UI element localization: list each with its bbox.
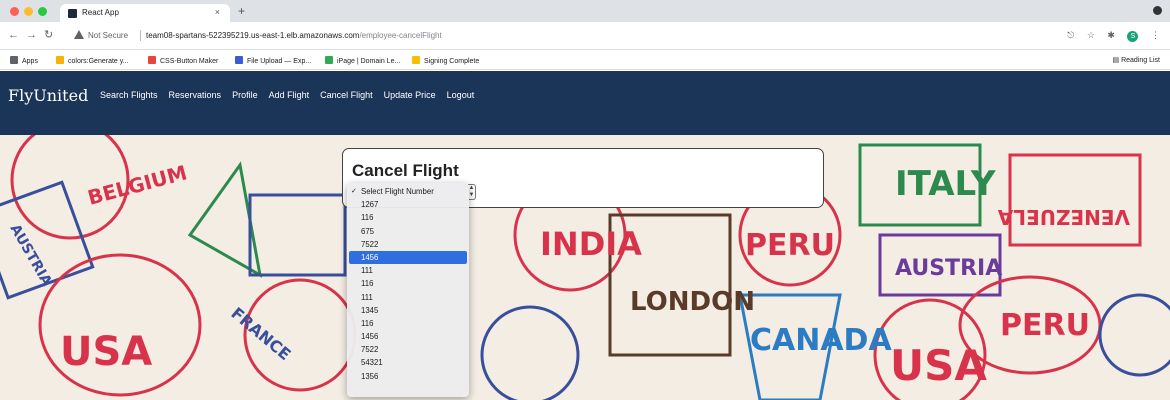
profile-avatar[interactable]: S (1127, 31, 1139, 42)
bookmark-label: colors:Generate y... (68, 58, 129, 65)
share-icon[interactable]: ⎋ (1067, 30, 1074, 40)
url-divider (140, 30, 141, 41)
bookmark-label: Signing Complete (424, 58, 480, 65)
nav-reservations[interactable]: Reservations (169, 90, 222, 100)
select-option[interactable]: 116 (347, 317, 469, 330)
select-option[interactable]: 7522 (347, 238, 469, 251)
favicon-icon (68, 9, 77, 18)
select-option[interactable]: 1456 (347, 330, 469, 343)
stamp-text: CANADA (750, 323, 892, 358)
nav-search-flights[interactable]: Search Flights (100, 90, 158, 100)
stamp-text: AUSTRIA (895, 256, 1002, 281)
stamp-shape (1008, 153, 1142, 247)
brand-logo[interactable]: FlyUnited (8, 86, 88, 105)
bookmark-label: Apps (22, 58, 38, 65)
nav-update-price[interactable]: Update Price (384, 90, 436, 100)
toolbar-icons: ⎋ ☆ ✱ S ⋮ (1057, 30, 1160, 42)
warning-icon (74, 30, 84, 39)
stamp-text: ITALY (895, 164, 996, 204)
select-option[interactable]: 116 (347, 211, 469, 224)
new-tab-button[interactable]: + (238, 4, 245, 18)
address-bar: ← → ↻ Not Secure team08-spartans-5223952… (0, 22, 1170, 50)
maximize-window-button[interactable] (38, 7, 47, 16)
bookmark-label: CSS-Button Maker (160, 58, 219, 65)
select-option-highlighted[interactable]: 1456 (349, 250, 467, 265)
back-arrow-icon[interactable]: ← (8, 29, 19, 41)
tab-search-icon[interactable] (1153, 6, 1162, 15)
stamp-text: LONDON (630, 287, 755, 317)
nav-logout[interactable]: Logout (447, 90, 475, 100)
nav-links: Search Flights Reservations Profile Add … (100, 90, 474, 100)
select-option[interactable]: Select Flight Number (347, 185, 469, 198)
select-option[interactable]: 1345 (347, 304, 469, 317)
bookmark-label: File Upload — Exp... (247, 58, 312, 65)
reload-icon[interactable]: ↻ (44, 29, 53, 41)
tab-title: React App (82, 8, 119, 17)
bookmark-favicon-icon (235, 56, 243, 64)
select-chevron-icon[interactable]: ▲ ▼ (468, 184, 476, 200)
url-text: team08-spartans-522395219.us-east-1.elb.… (146, 31, 442, 40)
select-option[interactable]: 1267 (347, 198, 469, 211)
stamp-text: USA (890, 341, 987, 390)
select-option[interactable]: 111 (347, 264, 469, 277)
stamp-text: INDIA (540, 225, 642, 263)
bookmark-apps[interactable]: Apps (10, 56, 38, 65)
stamp-text: PERU (745, 228, 835, 263)
reading-list-label: Reading List (1121, 57, 1160, 64)
extensions-icon[interactable]: ✱ (1107, 30, 1115, 40)
apps-grid-icon (10, 56, 18, 64)
stamp-text: BELGIUM (85, 160, 189, 209)
stamp-text: PERU (1000, 308, 1090, 343)
bookmark-favicon-icon (56, 56, 64, 64)
not-secure-label: Not Secure (88, 31, 129, 40)
nav-profile[interactable]: Profile (232, 90, 258, 100)
bookmark-favicon-icon (325, 56, 333, 64)
select-option[interactable]: 116 (347, 277, 469, 290)
select-option[interactable]: 54321 (347, 356, 469, 369)
bookmark-label: iPage | Domain Le... (337, 58, 401, 65)
url-path: /employee-cancelFlight (359, 31, 442, 40)
url-field[interactable]: Not Secure team08-spartans-522395219.us-… (60, 26, 1060, 45)
select-option[interactable]: 7522 (347, 343, 469, 356)
stamp-text: FRANCE (227, 304, 294, 365)
bookmark-css-button[interactable]: CSS-Button Maker (148, 56, 218, 65)
bookmark-favicon-icon (148, 56, 156, 64)
forward-arrow-icon[interactable]: → (26, 29, 37, 41)
more-menu-icon[interactable]: ⋮ (1151, 30, 1160, 40)
flight-number-select-list[interactable]: Select Flight Number 1267 116 675 7522 1… (347, 183, 469, 397)
close-window-button[interactable] (10, 7, 19, 16)
browser-tab-bar: React App × + (0, 0, 1170, 22)
stamp-text: USA (60, 329, 152, 375)
stamp-shape (480, 305, 580, 400)
stamp-shape (1098, 293, 1170, 377)
browser-tab[interactable]: React App × (60, 4, 230, 22)
bookmark-favicon-icon (412, 56, 420, 64)
bookmark-colors[interactable]: colors:Generate y... (56, 56, 129, 65)
minimize-window-button[interactable] (24, 7, 33, 16)
tab-close-icon[interactable]: × (215, 7, 220, 17)
reading-list-icon: ▤ (1112, 57, 1122, 64)
app-navbar: FlyUnited Search Flights Reservations Pr… (0, 71, 1170, 135)
page-title: Cancel Flight (352, 161, 459, 180)
bookmark-file-upload[interactable]: File Upload — Exp... (235, 56, 311, 65)
select-option[interactable]: 675 (347, 225, 469, 238)
select-option[interactable]: 1356 (347, 370, 469, 383)
select-option[interactable]: 111 (347, 291, 469, 304)
url-host: team08-spartans-522395219.us-east-1.elb.… (146, 31, 360, 40)
stamp-text: VENEZUELA (997, 205, 1130, 229)
stamp-shape (248, 193, 347, 277)
nav-add-flight[interactable]: Add Flight (269, 90, 310, 100)
bookmark-ipage[interactable]: iPage | Domain Le... (325, 56, 400, 65)
bookmark-signing-complete[interactable]: Signing Complete (412, 56, 479, 65)
bookmark-star-icon[interactable]: ☆ (1087, 30, 1095, 40)
nav-cancel-flight[interactable]: Cancel Flight (320, 90, 373, 100)
bookmarks-bar: Apps colors:Generate y... CSS-Button Mak… (0, 50, 1170, 70)
reading-list-button[interactable]: ▤ Reading List (1113, 56, 1160, 64)
stamp-text: AUSTRIA (7, 222, 55, 289)
